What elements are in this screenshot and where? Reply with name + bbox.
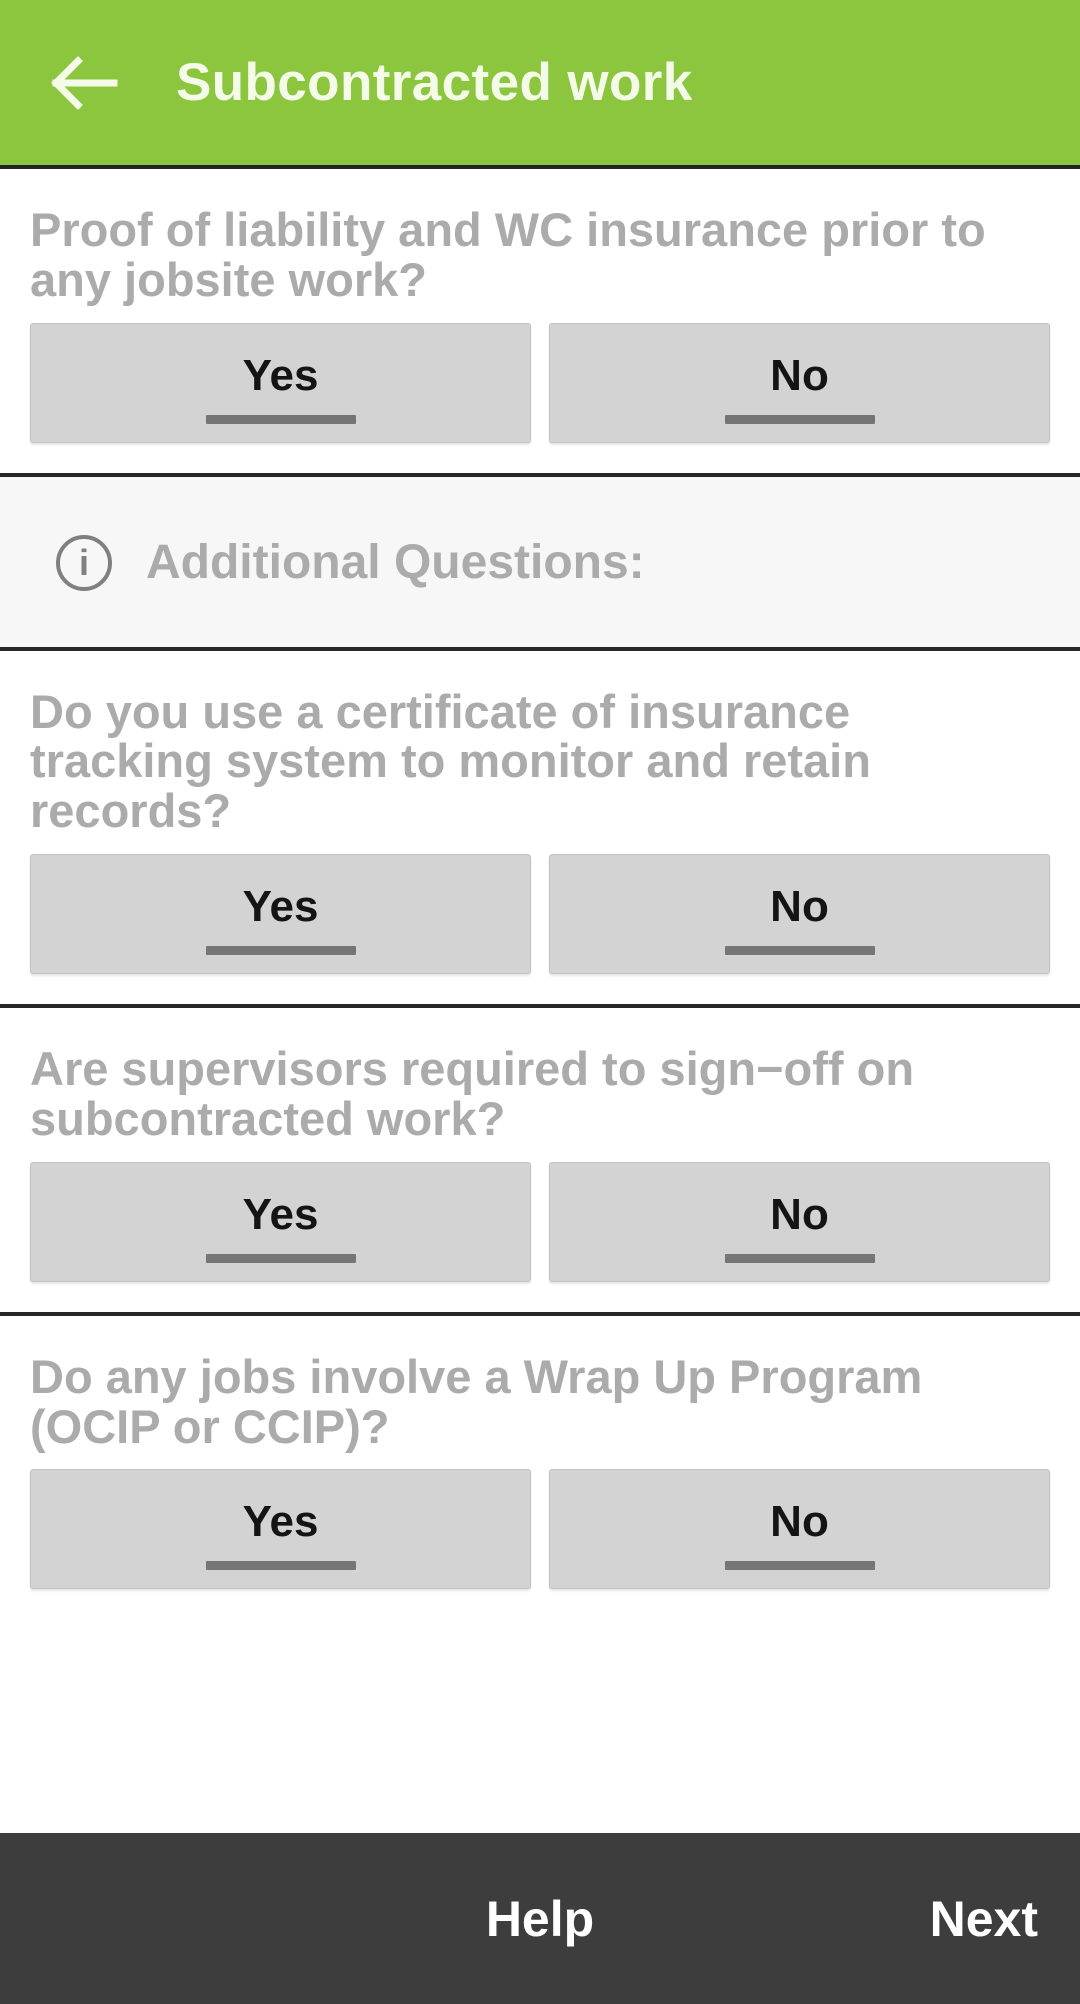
answer-yes-label: Yes — [242, 1189, 319, 1239]
answer-no-button[interactable]: No — [549, 1161, 1050, 1282]
answer-row: Yes No — [30, 322, 1050, 443]
section-banner-title: Additional Questions: — [146, 536, 645, 590]
bottom-action-bar: Help Next — [0, 1833, 1080, 2004]
answer-no-button[interactable]: No — [549, 322, 1050, 443]
answer-yes-label: Yes — [242, 1497, 319, 1547]
question-block: Do you use a certificate of insurance tr… — [0, 650, 1080, 1005]
answer-row: Yes No — [30, 1161, 1050, 1282]
answer-yes-button[interactable]: Yes — [30, 1469, 531, 1590]
answer-row: Yes No — [30, 1469, 1050, 1590]
question-block: Do any jobs involve a Wrap Up Program (O… — [0, 1315, 1080, 1620]
question-label: Do you use a certificate of insurance tr… — [30, 684, 871, 838]
section-banner-additional-questions: i Additional Questions: — [0, 476, 1080, 647]
answer-no-label: No — [770, 1497, 829, 1547]
info-circle-icon: i — [56, 534, 112, 591]
question-block: Are supervisors required to sign−off on … — [0, 1008, 1080, 1312]
info-icon-glyph: i — [78, 541, 89, 583]
answer-no-button[interactable]: No — [549, 1469, 1050, 1590]
questionnaire-content: Proof of liability and WC insurance prio… — [0, 165, 1080, 1833]
back-button[interactable] — [46, 44, 124, 122]
question-block: Proof of liability and WC insurance prio… — [0, 169, 1080, 473]
answer-yes-button[interactable]: Yes — [30, 1161, 531, 1282]
answer-no-button[interactable]: No — [549, 854, 1050, 975]
answer-yes-button[interactable]: Yes — [30, 854, 531, 975]
question-label: Are supervisors required to sign−off on … — [30, 1042, 915, 1145]
answer-no-label: No — [770, 1189, 829, 1239]
app-header: Subcontracted work — [0, 0, 1080, 165]
answer-no-label: No — [770, 350, 829, 400]
answer-yes-button[interactable]: Yes — [30, 322, 531, 443]
question-label: Do any jobs involve a Wrap Up Program (O… — [30, 1349, 923, 1453]
help-button[interactable]: Help — [486, 1890, 594, 1948]
next-button[interactable]: Next — [930, 1890, 1038, 1948]
answer-yes-label: Yes — [242, 882, 319, 932]
answer-yes-label: Yes — [242, 350, 319, 400]
question-label: Proof of liability and WC insurance prio… — [30, 203, 986, 306]
arrow-left-icon — [46, 44, 124, 122]
answer-no-label: No — [770, 882, 829, 932]
answer-row: Yes No — [30, 854, 1050, 975]
page-title: Subcontracted work — [176, 53, 693, 112]
